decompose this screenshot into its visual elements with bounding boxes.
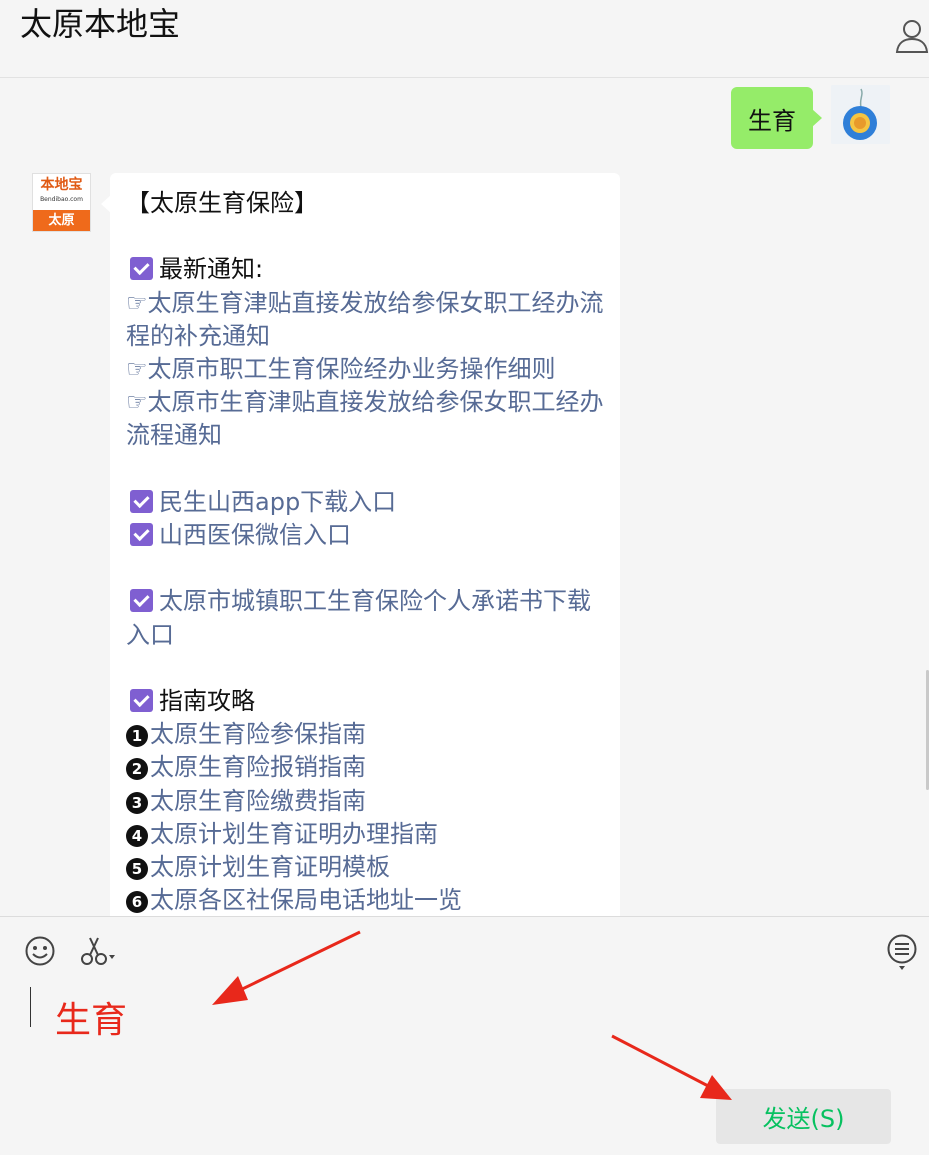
guide-link[interactable]: 3 太原生育险缴费指南 <box>126 785 611 818</box>
number-badge-icon: 3 <box>126 791 148 814</box>
pointing-hand-icon: ☞ <box>126 388 148 417</box>
section-latest-notice: 最新通知: <box>126 253 611 286</box>
message-input-area[interactable]: 生育 发送(S) <box>0 916 929 1155</box>
send-button[interactable]: 发送(S) <box>716 1089 891 1144</box>
link-text[interactable]: 太原市职工生育保险经办业务操作细则 <box>148 355 556 383</box>
checkbox-icon <box>130 257 153 281</box>
avatar-city: 太原 <box>33 210 90 231</box>
guide-link[interactable]: 6 太原各区社保局电话地址一览 <box>126 884 611 916</box>
checkbox-icon <box>130 489 153 513</box>
link-text[interactable]: 太原市生育津贴直接发放给参保女职工经办流程通知 <box>126 388 604 449</box>
avatar-logo-text: 本地宝 <box>33 174 90 210</box>
guide-link[interactable]: 5 太原计划生育证明模板 <box>126 851 611 884</box>
number-badge-icon: 6 <box>126 891 148 914</box>
section-guides: 指南攻略 <box>126 685 611 718</box>
link-text[interactable]: 山西医保微信入口 <box>159 521 351 549</box>
number-badge-icon: 1 <box>126 725 148 748</box>
link-text[interactable]: 太原生育险参保指南 <box>150 720 366 748</box>
link-text[interactable]: 太原计划生育证明模板 <box>150 853 390 881</box>
sent-message-bubble[interactable]: 生育 <box>731 87 822 149</box>
text-cursor <box>30 987 31 1027</box>
pointing-hand-icon: ☞ <box>126 288 148 317</box>
link-text[interactable]: 太原计划生育证明办理指南 <box>150 820 438 848</box>
section-label: 最新通知: <box>159 255 264 284</box>
link-text[interactable]: 太原各区社保局电话地址一览 <box>150 886 462 914</box>
wechat-entry-link[interactable]: 山西医保微信入口 <box>126 519 611 552</box>
scissors-icon[interactable] <box>78 935 118 967</box>
link-text[interactable]: 太原生育津贴直接发放给参保女职工经办流程的补充通知 <box>126 289 604 350</box>
checkbox-icon <box>130 523 153 546</box>
chat-history-icon[interactable] <box>886 933 918 971</box>
notice-link[interactable]: ☞太原市职工生育保险经办业务操作细则 <box>126 353 611 386</box>
avatar-logo-sub: Bendibao.com <box>40 196 83 203</box>
chat-title: 太原本地宝 <box>20 5 181 43</box>
message-input[interactable]: 生育 <box>55 999 127 1043</box>
self-avatar[interactable] <box>831 85 890 144</box>
section-label: 指南攻略 <box>159 686 255 715</box>
emoji-icon[interactable] <box>24 935 56 967</box>
guide-link[interactable]: 4 太原计划生育证明办理指南 <box>126 818 611 851</box>
notice-link[interactable]: ☞太原生育津贴直接发放给参保女职工经办流程的补充通知 <box>126 287 611 353</box>
link-text[interactable]: 民生山西app下载入口 <box>159 488 396 516</box>
guide-link[interactable]: 1 太原生育险参保指南 <box>126 718 611 751</box>
link-text[interactable]: 太原生育险缴费指南 <box>150 787 366 815</box>
number-badge-icon: 4 <box>126 824 148 847</box>
guide-link[interactable]: 2 太原生育险报销指南 <box>126 751 611 784</box>
number-badge-icon: 5 <box>126 858 148 880</box>
link-text[interactable]: 太原生育险报销指南 <box>150 753 366 781</box>
chat-area[interactable]: 生育 本地宝 Bendibao.com 太原 【太原生育保险】 最新通知: ☞太… <box>0 78 929 916</box>
message-title: 【太原生育保险】 <box>126 189 318 217</box>
message-body: 【太原生育保险】 最新通知: ☞太原生育津贴直接发放给参保女职工经办流程的补充通… <box>126 187 611 916</box>
number-badge-icon: 2 <box>126 758 148 781</box>
checkbox-icon <box>130 688 153 712</box>
link-text[interactable]: 太原市城镇职工生育保险个人承诺书下载入口 <box>126 587 591 648</box>
chat-header: 太原本地宝 <box>0 0 929 78</box>
bot-avatar[interactable]: 本地宝 Bendibao.com 太原 <box>32 173 91 232</box>
notice-link[interactable]: ☞太原市生育津贴直接发放给参保女职工经办流程通知 <box>126 386 611 452</box>
received-message-bubble: 【太原生育保险】 最新通知: ☞太原生育津贴直接发放给参保女职工经办流程的补充通… <box>101 173 620 916</box>
pointing-hand-icon: ☞ <box>126 355 148 383</box>
app-download-link[interactable]: 民生山西app下载入口 <box>126 486 611 519</box>
user-icon[interactable] <box>895 18 929 54</box>
avatar-image-icon <box>831 85 890 144</box>
checkbox-icon <box>130 589 153 613</box>
commitment-download-link[interactable]: 太原市城镇职工生育保险个人承诺书下载入口 <box>126 585 611 651</box>
